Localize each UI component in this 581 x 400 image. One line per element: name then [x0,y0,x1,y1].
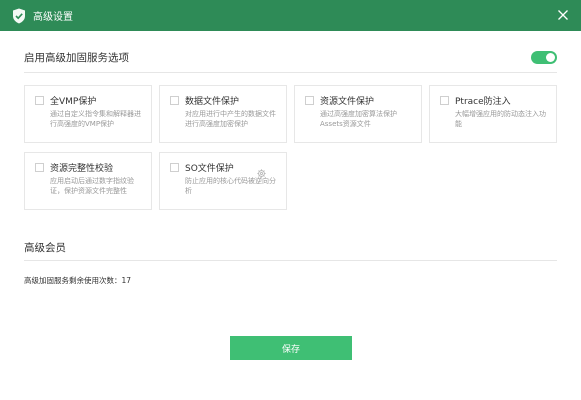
option-card-full-vmp[interactable]: 全VMP保护 通过自定义指令集和解释器进行高强度的VMP保护 [24,85,152,143]
so-file-checkbox[interactable] [170,163,179,172]
member-section-header: 高级会员 [24,240,557,254]
member-section-title: 高级会员 [24,241,66,254]
save-button[interactable]: 保存 [230,336,352,360]
option-name: 全VMP保护 [50,97,97,107]
section-divider [24,72,557,73]
shield-check-icon [12,8,26,24]
resource-integrity-checkbox[interactable] [35,163,44,172]
option-card-resource-file[interactable]: 资源文件保护 通过高强度加密算法保护Assets资源文件 [294,85,422,143]
option-name: 资源文件保护 [320,97,375,107]
option-description: 大幅增强应用的防动态注入功能 [455,110,546,128]
option-card-so-file[interactable]: SO文件保护 防止应用的核心代码被逆向分析 [159,152,287,210]
option-description: 应用启动后通过数字指纹验证，保护资源文件完整性 [50,177,134,195]
title-bar: 高级设置 [0,0,581,31]
option-description: 防止应用的核心代码被逆向分析 [185,177,276,195]
option-card-resource-integrity[interactable]: 资源完整性校验 应用启动后通过数字指纹验证，保护资源文件完整性 [24,152,152,210]
usage-remaining: 高级加固服务剩余使用次数：17 [24,275,131,286]
option-name: 资源完整性校验 [50,164,114,174]
usage-count: 17 [121,276,132,285]
gear-icon[interactable] [257,163,266,178]
option-name: Ptrace防注入 [455,97,511,107]
reinforce-section-title: 启用高级加固服务选项 [24,51,129,64]
section-divider [24,260,557,261]
usage-label: 高级加固服务剩余使用次数： [24,276,122,285]
option-name: SO文件保护 [185,164,234,174]
option-card-data-file[interactable]: 数据文件保护 对应用进行中产生的数据文件进行高强度加密保护 [159,85,287,143]
full-vmp-checkbox[interactable] [35,96,44,105]
reinforce-section-header: 启用高级加固服务选项 [24,50,557,64]
ptrace-checkbox[interactable] [440,96,449,105]
close-icon[interactable] [555,7,571,23]
option-description: 对应用进行中产生的数据文件进行高强度加密保护 [185,110,276,128]
option-description: 通过自定义指令集和解释器进行高强度的VMP保护 [50,110,141,128]
reinforce-toggle[interactable] [531,50,557,64]
window-title: 高级设置 [33,12,73,23]
resource-file-checkbox[interactable] [305,96,314,105]
option-name: 数据文件保护 [185,97,240,107]
option-card-ptrace[interactable]: Ptrace防注入 大幅增强应用的防动态注入功能 [429,85,557,143]
option-description: 通过高强度加密算法保护Assets资源文件 [320,110,397,128]
data-file-checkbox[interactable] [170,96,179,105]
